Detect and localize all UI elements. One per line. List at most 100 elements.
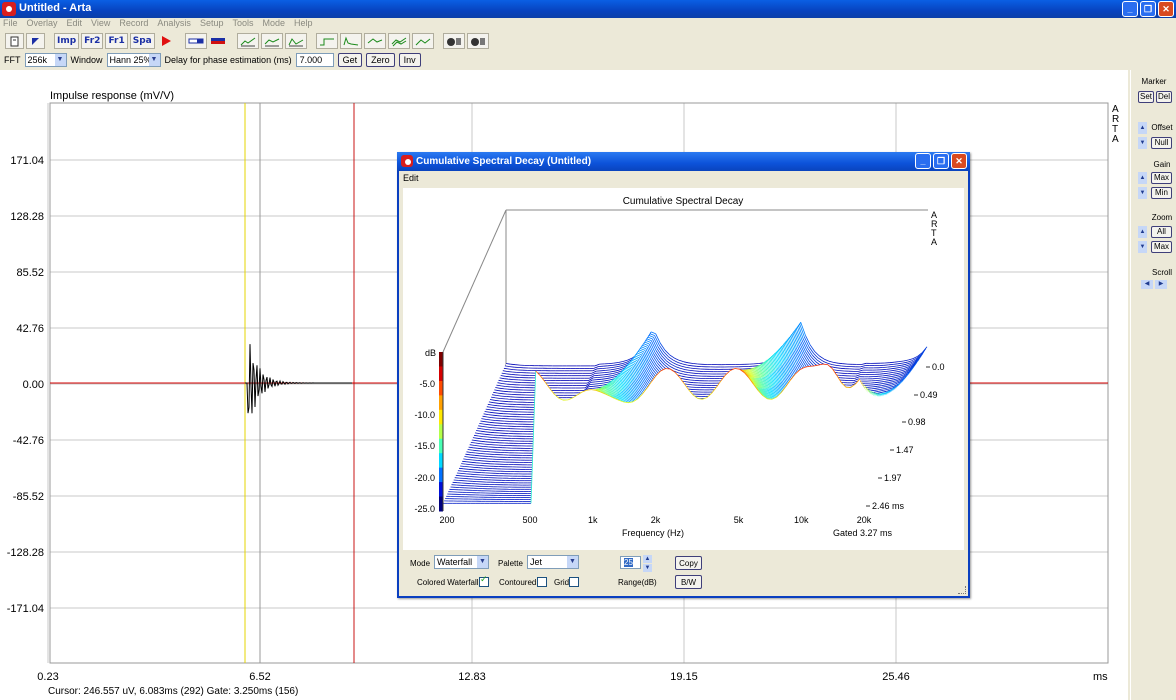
step-icon[interactable] [315,33,338,49]
waterfall-slice-line [492,414,498,417]
menu-help[interactable]: Help [294,18,313,31]
window-type-select[interactable]: Hann 25% ▼ [106,53,161,67]
menu-analysis[interactable]: Analysis [157,18,191,31]
app-icon [401,155,413,167]
fr-icon[interactable] [284,33,307,49]
waterfall-slice-line [592,387,598,389]
y-tick-label: 171.04 [10,155,44,167]
csd-titlebar[interactable]: Cumulative Spectral Decay (Untitled) _ ❐… [397,152,970,171]
minimize-button[interactable]: _ [1122,1,1138,17]
delay-input[interactable]: 7.000 [295,53,334,67]
menu-tools[interactable]: Tools [232,18,253,31]
csd-minimize-button[interactable]: _ [915,153,931,169]
csd-waterfall [443,322,928,511]
csd-edit-menu[interactable]: Edit [403,173,419,183]
menu-file[interactable]: File [3,18,18,31]
gain-label: Gain [1153,160,1171,169]
zoom-max-button[interactable]: Max [1151,241,1172,253]
gain-min-button[interactable]: Min [1151,187,1172,199]
waterfall-slice-line [481,440,486,443]
app-icon[interactable] [2,2,16,16]
menu-view[interactable]: View [91,18,110,31]
x-unit-label: ms [1093,671,1108,683]
sti-icon[interactable] [442,33,465,49]
scroll-left-icon[interactable]: ◀ [1141,280,1153,289]
fr2-mode-button[interactable]: Fr2 [81,33,104,49]
y-tick-label: 128.28 [10,211,44,223]
waterfall-slice-line [689,370,695,372]
waterfall-slice-line [506,373,512,375]
waterfall-slice-line [491,417,497,419]
offset-down-icon[interactable]: ▼ [1138,137,1147,149]
level-meter-icon[interactable] [209,33,228,49]
zoom-down-icon[interactable]: ▼ [1138,241,1147,253]
y-tick-label: -171.04 [7,603,44,615]
invert-button[interactable]: Inv [398,53,421,67]
menu-edit[interactable]: Edit [67,18,83,31]
zero-button[interactable]: Zero [366,53,395,67]
waterfall-slice-line [686,386,692,388]
play-icon[interactable] [157,33,176,49]
waterfall-slice-line [604,371,610,373]
csd-plot[interactable]: Cumulative Spectral Decay dB -5.0 -10.0 -1… [403,188,964,550]
csd-icon[interactable] [387,33,410,49]
get-button[interactable]: Get [337,53,363,67]
offset-null-button[interactable]: Null [1151,137,1172,149]
waterfall-slice-line [467,459,473,461]
waterfall-slice-line [486,429,492,431]
rasti-icon[interactable] [466,33,489,49]
fft-size-value: 256k [27,55,48,65]
fr1-mode-button[interactable]: Fr1 [105,33,128,49]
waterfall-slice-line [470,454,475,456]
waterfall-slice-line [888,364,894,366]
nfr-icon[interactable] [363,33,386,49]
impulse-mode-button[interactable]: Imp [54,33,80,49]
window-title: Untitled - Arta [19,2,92,14]
waterfall-slice-line [482,438,487,440]
waterfall-slice-line [879,373,884,375]
menu-record[interactable]: Record [119,18,148,31]
fft-size-select[interactable]: 256k ▼ [24,53,67,67]
waterfall-slice-line [838,362,843,365]
marker-set-button[interactable]: Set [1138,91,1154,103]
waterfall-slice-line [466,461,472,463]
marker-arrow-icon[interactable] [26,33,45,49]
gain-up-icon[interactable]: ▲ [1138,172,1147,184]
menu-overlay[interactable]: Overlay [27,18,58,31]
gain-down-icon[interactable]: ▼ [1138,187,1147,199]
waterfall-slice-line [465,463,471,465]
bd-icon[interactable] [411,33,434,49]
etc-icon[interactable] [339,33,362,49]
waterfall-slice-line [484,433,490,436]
spa-mode-button[interactable]: Spa [129,33,155,49]
zoom-all-button[interactable]: All [1151,226,1172,238]
restore-button[interactable]: ❐ [1140,1,1156,17]
gain-max-button[interactable]: Max [1151,172,1172,184]
menu-setup[interactable]: Setup [200,18,224,31]
csd-close-button[interactable]: ✕ [951,153,967,169]
waterfall-slice-line [874,381,880,384]
waterfall-slice-line [889,361,895,364]
waterfall-slice-line [470,464,476,466]
waterfall-slice-line [510,363,516,366]
waterfall-slice-line [836,365,842,367]
waterfall-slice-line [504,378,509,380]
waterfall-slice-line [458,467,464,470]
probe-icon[interactable] [184,33,207,49]
csd-maximize-button[interactable]: ❐ [933,153,949,169]
waterfall-slice-line [606,367,612,369]
waterfall-slice-line [485,431,491,433]
close-button[interactable]: ✕ [1158,1,1174,17]
scroll-right-icon[interactable]: ▶ [1155,280,1167,289]
marker-del-button[interactable]: Del [1156,91,1172,103]
x-tick-label: 25.46 [882,671,910,683]
waterfall-slice-line [462,470,468,472]
menu-mode[interactable]: Mode [262,18,285,31]
right-control-panel: Marker Set Del ▲ ▼ Offset Null Gain ▲ ▼ … [1130,70,1176,700]
waterfall-slice-line [469,466,475,468]
fr-icon[interactable] [260,33,283,49]
new-file-icon[interactable] [5,33,24,49]
fr-icon[interactable] [236,33,259,49]
waterfall-slice-line [493,412,499,414]
zoom-up-icon[interactable]: ▲ [1138,226,1147,238]
